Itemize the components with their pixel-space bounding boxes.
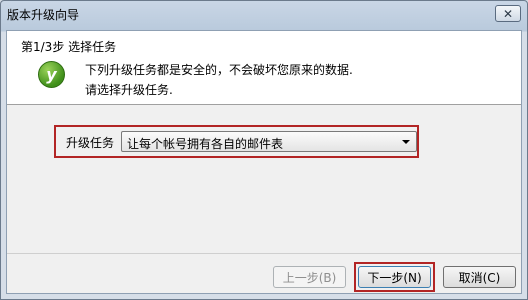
cancel-button[interactable]: 取消(C) xyxy=(443,266,516,288)
task-dropdown-value: 让每个帐号拥有各自的邮件表 xyxy=(127,137,284,151)
close-icon: ✕ xyxy=(502,6,514,21)
next-button[interactable]: 下一步(N) xyxy=(358,266,431,288)
close-button[interactable]: ✕ xyxy=(495,5,521,22)
description-line-1: 下列升级任务都是安全的，不会破坏您原来的数据. xyxy=(85,63,353,77)
wizard-content: 第1/3步 选择任务 y 下列升级任务都是安全的，不会破坏您原来的数据. 请选择… xyxy=(6,30,522,294)
task-dropdown[interactable]: 让每个帐号拥有各自的邮件表 xyxy=(121,131,417,152)
description-line-2: 请选择升级任务. xyxy=(85,83,173,97)
wizard-header: 第1/3步 选择任务 y 下列升级任务都是安全的，不会破坏您原来的数据. 请选择… xyxy=(7,31,521,105)
footer-divider xyxy=(7,253,521,254)
task-label: 升级任务 xyxy=(66,136,115,150)
chevron-down-icon xyxy=(402,140,410,144)
window-title: 版本升级向导 xyxy=(7,8,80,22)
title-bar: 版本升级向导 ✕ xyxy=(1,1,527,29)
app-logo-icon: y xyxy=(38,61,65,88)
wizard-window: 版本升级向导 ✕ 第1/3步 选择任务 y 下列升级任务都是安全的，不会破坏您原… xyxy=(0,0,528,300)
step-title: 第1/3步 选择任务 xyxy=(21,40,117,54)
task-selection-group: 升级任务 让每个帐号拥有各自的邮件表 xyxy=(54,125,419,158)
logo-glyph: y xyxy=(46,65,57,84)
prev-button[interactable]: 上一步(B) xyxy=(273,266,346,288)
